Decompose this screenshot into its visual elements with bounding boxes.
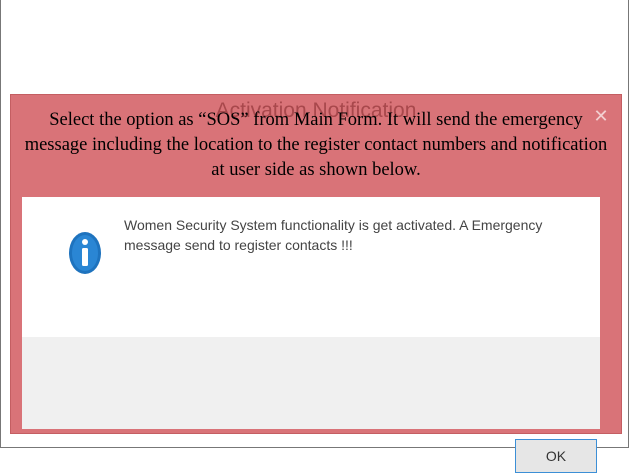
dialog-footer xyxy=(22,337,600,429)
dialog-body: Women Security System functionality is g… xyxy=(22,197,600,473)
info-icon xyxy=(69,232,101,274)
ok-button[interactable]: OK xyxy=(515,439,597,473)
dialog-message: Women Security System functionality is g… xyxy=(124,217,543,253)
document-caption: Select the option as “SOS” from Main For… xyxy=(24,110,608,180)
